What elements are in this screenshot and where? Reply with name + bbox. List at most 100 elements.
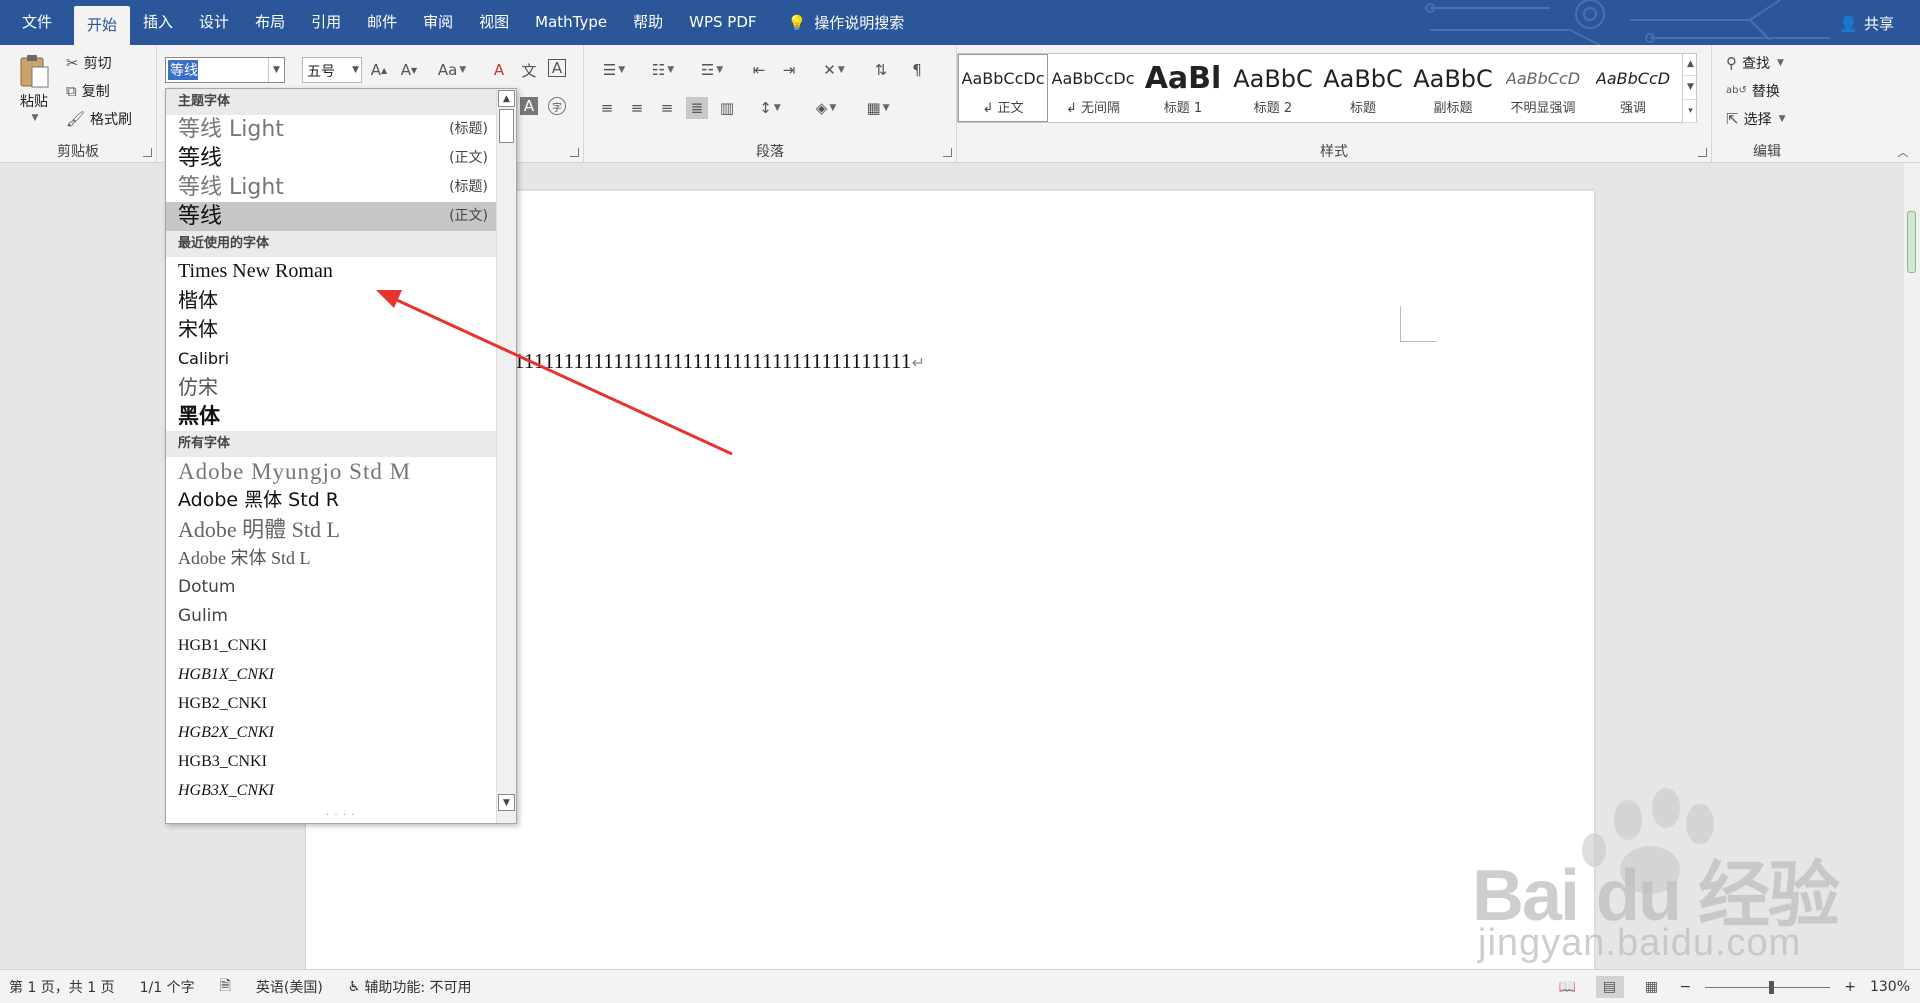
copy-button[interactable]: ⧉ 复制 [66, 81, 110, 101]
borders-icon[interactable]: ▦ ▼ [860, 97, 896, 119]
tab-references[interactable]: 引用 [298, 0, 354, 45]
phonetic-guide-icon[interactable]: 文 [518, 59, 540, 81]
font-option[interactable]: Adobe 黑体 Std R [166, 486, 516, 515]
font-name-input[interactable] [168, 60, 198, 80]
tell-me-search[interactable]: 💡 操作说明搜索 [788, 12, 905, 33]
style-emphasis[interactable]: AaBbCcD 强调 [1588, 54, 1678, 122]
distributed-icon[interactable]: ▥ [716, 97, 738, 119]
sort-icon[interactable]: ⇅ [870, 59, 892, 81]
show-marks-icon[interactable]: ¶ [906, 59, 928, 81]
scrollbar-thumb[interactable] [1907, 211, 1916, 273]
style-title[interactable]: AaBbC 标题 [1318, 54, 1408, 122]
font-option[interactable]: HGB3_CNKI [166, 747, 516, 776]
tab-mailings[interactable]: 邮件 [354, 0, 410, 45]
chevron-down-icon[interactable]: ▼ [498, 794, 515, 811]
bullets-icon[interactable]: ☰ ▼ [596, 59, 632, 81]
font-option[interactable]: Dotum [166, 573, 516, 602]
page-count[interactable]: 第 1 页，共 1 页 [9, 977, 115, 997]
cut-button[interactable]: ✂ 剪切 [66, 53, 112, 73]
chinese-layout-icon[interactable]: ✕ ▼ [816, 59, 852, 81]
font-option[interactable]: 等线 Light (标题) [166, 173, 516, 202]
dialog-launcher-icon[interactable] [1698, 148, 1707, 157]
font-option[interactable]: HGB1X_CNKI [166, 660, 516, 689]
zoom-out-icon[interactable]: − [1680, 979, 1692, 995]
style-subtle-emphasis[interactable]: AaBbCcD 不明显强调 [1498, 54, 1588, 122]
language-status[interactable]: 英语(美国) [256, 977, 323, 997]
tab-home[interactable]: 开始 [74, 6, 131, 45]
character-border-icon[interactable]: A [548, 59, 566, 77]
font-option[interactable]: Adobe 宋体 Std L [166, 544, 516, 573]
dialog-launcher-icon[interactable] [143, 148, 152, 157]
tab-help[interactable]: 帮助 [620, 0, 676, 45]
font-option[interactable]: 等线 (正文) [166, 144, 516, 173]
align-left-icon[interactable]: ≡ [596, 97, 618, 119]
font-option[interactable]: Gulim [166, 602, 516, 631]
web-layout-icon[interactable]: ▦ [1638, 976, 1666, 998]
select-button[interactable]: ⇱ 选择 ▼ [1726, 109, 1786, 129]
tab-insert[interactable]: 插入 [130, 0, 186, 45]
clear-formatting-icon[interactable]: A [488, 59, 510, 81]
zoom-slider-thumb[interactable] [1769, 980, 1775, 994]
numbering-icon[interactable]: ☷ ▼ [645, 59, 681, 81]
font-option[interactable]: 等线 Light (标题) [166, 115, 516, 144]
scrollbar-thumb[interactable] [499, 109, 514, 143]
read-mode-icon[interactable]: 📖 [1554, 976, 1582, 998]
change-case-icon[interactable]: Aa ▼ [435, 59, 469, 81]
font-option[interactable]: 宋体 [166, 315, 516, 344]
collapse-ribbon-icon[interactable]: ︿ [1892, 141, 1914, 163]
tab-view[interactable]: 视图 [466, 0, 522, 45]
chevron-down-icon[interactable]: ▼ [268, 58, 284, 82]
line-spacing-icon[interactable]: ↕ ▼ [752, 97, 788, 119]
shrink-font-icon[interactable]: A ▼ [398, 59, 420, 81]
decrease-indent-icon[interactable]: ⇤ [748, 59, 770, 81]
style-heading-2[interactable]: AaBbC 标题 2 [1228, 54, 1318, 122]
font-list-scrollbar[interactable]: ▲ ▼ [496, 89, 516, 823]
font-option[interactable]: HGB2_CNKI [166, 689, 516, 718]
print-layout-icon[interactable]: ▤ [1595, 976, 1624, 998]
accessibility-status[interactable]: ♿ 辅助功能: 不可用 [348, 977, 472, 997]
shading-icon[interactable]: ◈ ▼ [808, 97, 844, 119]
chevron-up-icon[interactable]: ▲ [498, 90, 515, 107]
styles-gallery-scroll[interactable]: ▲ ▼ ▾ [1682, 53, 1698, 123]
style-heading-1[interactable]: AaBl 标题 1 [1138, 54, 1228, 122]
font-size-combobox[interactable]: 五号 ▼ [302, 57, 362, 83]
increase-indent-icon[interactable]: ⇥ [778, 59, 800, 81]
font-option[interactable]: HGB2X_CNKI [166, 718, 516, 747]
align-right-icon[interactable]: ≡ [656, 97, 678, 119]
zoom-in-icon[interactable]: + [1844, 979, 1856, 995]
zoom-level[interactable]: 130% [1870, 979, 1910, 995]
paste-button[interactable]: 粘贴 ▼ [18, 53, 50, 123]
tab-file[interactable]: 文件 [0, 0, 74, 45]
word-count[interactable]: 1/1 个字 [140, 977, 195, 997]
resize-grip-icon[interactable]: · · · · [326, 810, 355, 821]
style-normal[interactable]: AaBbCcDc ↲ 正文 [958, 54, 1048, 122]
font-option-highlighted[interactable]: 等线 (正文) [166, 202, 516, 231]
font-option[interactable]: 黑体 [166, 402, 516, 431]
dialog-launcher-icon[interactable] [570, 148, 579, 157]
share-button[interactable]: 👤 共享 [1839, 13, 1894, 34]
tab-wps-pdf[interactable]: WPS PDF [676, 0, 769, 45]
enclose-characters-icon[interactable]: 字 [548, 97, 566, 115]
dialog-launcher-icon[interactable] [943, 148, 952, 157]
align-center-icon[interactable]: ≡ [626, 97, 648, 119]
font-option[interactable]: 楷体 [166, 286, 516, 315]
format-painter-button[interactable]: 🖌 格式刷 [66, 109, 132, 129]
font-option[interactable]: Calibri [166, 344, 516, 373]
character-shading-icon[interactable]: A [520, 97, 538, 115]
font-option[interactable]: HGB1_CNKI [166, 631, 516, 660]
multilevel-list-icon[interactable]: ☲ ▼ [694, 59, 730, 81]
justify-icon[interactable]: ≣ [686, 97, 708, 119]
proofing-status[interactable]: 🗎 [220, 975, 231, 999]
zoom-slider[interactable] [1705, 980, 1831, 994]
font-option[interactable]: Times New Roman [166, 257, 516, 286]
style-subtitle[interactable]: AaBbC 副标题 [1408, 54, 1498, 122]
font-option[interactable]: Adobe Myungjo Std M [166, 457, 516, 486]
more-icon[interactable]: ▾ [1683, 100, 1698, 123]
document-body-text[interactable]: 1111111111111111111111111111111111111111… [514, 349, 925, 374]
font-option[interactable]: Adobe 明體 Std L [166, 515, 516, 544]
tab-design[interactable]: 设计 [186, 0, 242, 45]
tab-layout[interactable]: 布局 [242, 0, 298, 45]
replace-button[interactable]: ab↺ 替换 [1726, 81, 1780, 101]
font-option[interactable]: 仿宋 [166, 373, 516, 402]
tab-review[interactable]: 审阅 [410, 0, 466, 45]
